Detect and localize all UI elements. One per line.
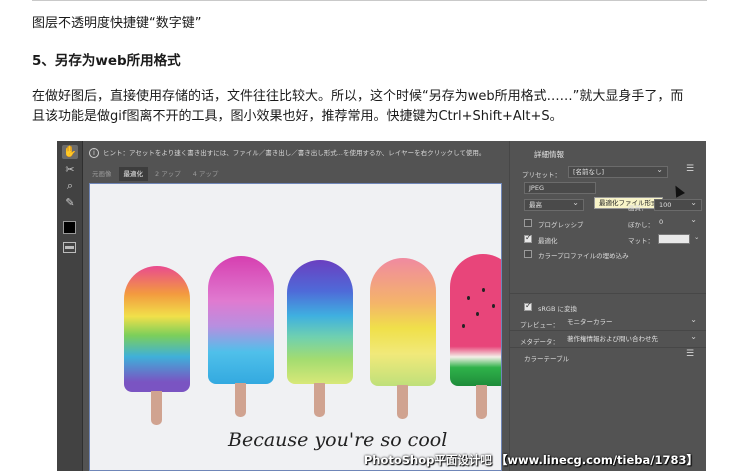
hand-tool-icon[interactable]: ✋ xyxy=(62,145,78,159)
seed-mark xyxy=(462,324,465,328)
preview-label: プレビュー： xyxy=(520,321,559,329)
optimized-checkbox[interactable] xyxy=(524,233,532,243)
popsicle-watermelon xyxy=(450,254,501,386)
eyedropper-tool-icon[interactable]: ✎ xyxy=(62,196,78,210)
popsicle-stick xyxy=(235,383,246,417)
preset-select[interactable]: [名前なし] xyxy=(568,166,668,178)
panel-divider xyxy=(510,347,706,348)
toggle-slices-icon[interactable] xyxy=(63,242,76,253)
color-table-label: カラーテーブル xyxy=(524,355,570,363)
panel-divider xyxy=(510,330,706,331)
info-icon: i xyxy=(89,148,99,158)
matte-label: マット： xyxy=(628,237,654,245)
panel-divider xyxy=(510,293,706,294)
seed-mark xyxy=(467,296,470,300)
canvas-tagline: Because you're so cool xyxy=(228,429,448,451)
popsicle-stick xyxy=(397,385,408,419)
srgb-label: sRGB に変換 xyxy=(538,305,577,313)
srgb-checkbox[interactable] xyxy=(524,301,532,311)
watermark: PhotoShop平面设计吧 【www.linecg.com/tieba/178… xyxy=(363,453,698,467)
quality-input[interactable]: 100 xyxy=(654,199,702,211)
top-divider xyxy=(32,0,707,1)
hint-text: ヒント：アセットをより速く書き出すには、ファイル／書き出し／書き出し形式...を… xyxy=(103,149,486,157)
panel-title: 詳細情報 xyxy=(534,150,564,159)
format-select[interactable]: JPEG xyxy=(524,182,596,194)
view-tabs: 元画像 最適化 2 アップ 4 アップ xyxy=(87,167,223,181)
mouse-cursor-icon xyxy=(671,183,685,198)
tab-optimized[interactable]: 最適化 xyxy=(118,167,148,181)
eyedropper-color-swatch[interactable] xyxy=(63,221,76,234)
tab-original[interactable]: 元画像 xyxy=(87,167,117,181)
quality-preset-select[interactable]: 最高 xyxy=(524,199,584,211)
progressive-checkbox[interactable] xyxy=(524,219,532,227)
popsicle-stick xyxy=(151,391,162,425)
optimized-label: 最適化 xyxy=(538,237,558,245)
popsicle-purple-green xyxy=(287,260,353,384)
tab-4-up[interactable]: 4 アップ xyxy=(188,167,224,181)
preset-label: プリセット： xyxy=(522,171,561,179)
settings-panel: 詳細情報 プリセット： [名前なし] ☰ JPEG 最適化ファイル形式 最高 画… xyxy=(509,141,706,471)
paragraph-opacity-shortcut: 图层不透明度快捷键“数字键” xyxy=(32,16,202,31)
popsicle-rainbow xyxy=(124,266,190,392)
metadata-label: メタデータ： xyxy=(520,338,559,346)
quality-label: 画質： xyxy=(628,204,648,212)
popsicle-pink-blue xyxy=(208,256,274,384)
panel-menu-icon[interactable]: ☰ xyxy=(686,164,694,174)
body-text-line-1: 在做好图后，直接使用存储的话，文件往往比较大。所以，这个时候“另存为web所用格… xyxy=(32,89,684,104)
seed-mark xyxy=(476,312,479,316)
popsicle-stick xyxy=(314,383,325,417)
popsicle-stick xyxy=(476,385,487,419)
blur-label: ぼかし： xyxy=(628,221,654,229)
preview-select[interactable]: モニターカラー xyxy=(562,316,702,328)
seed-mark xyxy=(482,288,485,292)
image-preview-canvas[interactable]: Because you're so cool xyxy=(89,183,502,471)
slice-select-tool-icon[interactable]: ✂ xyxy=(62,163,78,177)
tool-bar: ✋ ✂ ⌕ ✎ xyxy=(57,141,83,471)
matte-dropdown-icon[interactable]: ⌄ xyxy=(694,233,699,241)
body-text-line-2: 且该功能是做gif图离不开的工具，图小效果也好，推荐常用。快捷键为Ctrl+Sh… xyxy=(32,109,563,124)
zoom-tool-icon[interactable]: ⌕ xyxy=(62,179,78,193)
hint-bar: i ヒント：アセットをより速く書き出すには、ファイル／書き出し／書き出し形式...… xyxy=(83,141,504,165)
seed-mark xyxy=(492,304,495,308)
metadata-select[interactable]: 著作権情報および問い合わせ先 xyxy=(562,333,702,345)
embed-profile-checkbox[interactable] xyxy=(524,250,532,258)
popsicle-orange-yellow xyxy=(370,258,436,386)
section-heading: 5、另存为web所用格式 xyxy=(32,53,181,69)
matte-color-well[interactable] xyxy=(658,234,690,244)
tab-2-up[interactable]: 2 アップ xyxy=(150,167,186,181)
progressive-label: プログレッシブ xyxy=(538,221,584,229)
embed-profile-label: カラープロファイルの埋め込み xyxy=(538,252,629,260)
photoshop-save-for-web-screenshot: ✋ ✂ ⌕ ✎ i ヒント：アセットをより速く書き出すには、ファイル／書き出し／書… xyxy=(57,141,706,471)
blur-input[interactable]: 0 xyxy=(654,216,702,228)
color-table-menu-icon[interactable]: ☰ xyxy=(686,349,694,359)
